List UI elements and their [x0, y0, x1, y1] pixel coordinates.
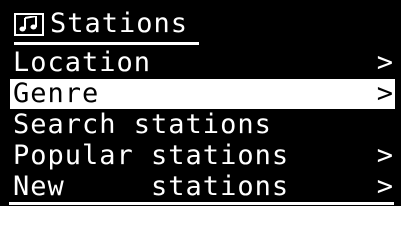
station-menu: Location > Genre > Search stations Popul…: [0, 48, 401, 203]
menu-item-label: Search stations: [13, 109, 272, 140]
chevron-right-icon: >: [376, 47, 393, 78]
bottom-divider: [9, 202, 394, 205]
chevron-right-icon: >: [376, 78, 393, 109]
header: Stations: [8, 4, 391, 45]
chevron-right-icon: >: [376, 140, 393, 171]
music-note-icon: [14, 13, 44, 36]
header-underline: [14, 42, 199, 45]
menu-item-search-stations[interactable]: Search stations: [0, 110, 401, 140]
menu-item-label: Location: [13, 47, 152, 78]
menu-item-new-stations[interactable]: New stations >: [0, 172, 401, 202]
menu-item-label: Popular stations: [13, 140, 290, 171]
menu-item-popular-stations[interactable]: Popular stations >: [0, 141, 401, 171]
menu-item-label: Genre: [13, 78, 100, 109]
menu-item-label: New stations: [13, 171, 290, 202]
page-title: Stations: [50, 8, 189, 39]
menu-item-location[interactable]: Location >: [0, 48, 401, 78]
radio-display: Stations Location > Genre > Search stati…: [0, 0, 401, 206]
menu-item-genre[interactable]: Genre >: [10, 79, 395, 109]
chevron-right-icon: >: [376, 171, 393, 202]
